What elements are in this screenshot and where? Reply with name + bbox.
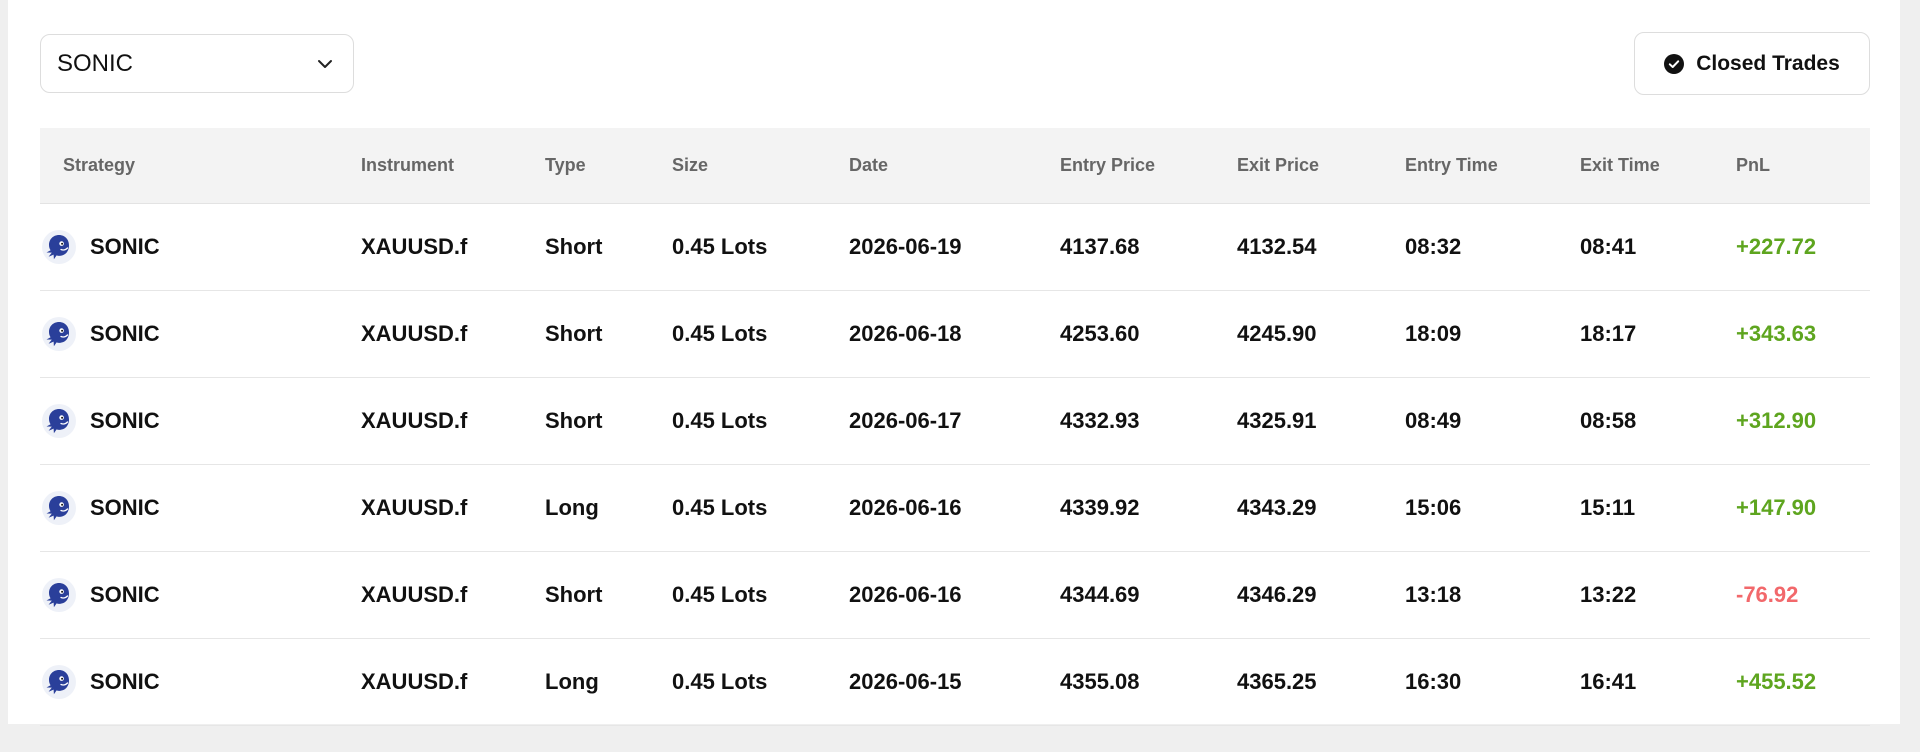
header-entry-price[interactable]: Entry Price [1060,155,1155,176]
type-cell: Long [545,669,599,694]
table-row[interactable]: SONIC XAUUSD.f Short 0.45 Lots 2026-06-1… [40,378,1870,465]
sonic-logo-icon [42,230,76,264]
date-cell: 2026-06-17 [849,408,962,433]
exit-price-cell: 4132.54 [1237,234,1317,259]
entry-time-cell: 13:18 [1405,582,1462,607]
entry-time-cell: 15:06 [1405,495,1462,520]
exit-time-cell: 16:41 [1580,669,1637,694]
closed-trades-button[interactable]: Closed Trades [1634,32,1870,95]
entry-time-cell: 08:32 [1405,234,1462,259]
size-cell: 0.45 Lots [672,669,768,694]
header-entry-time[interactable]: Entry Time [1405,155,1498,176]
table-row[interactable]: SONIC XAUUSD.f Short 0.45 Lots 2026-06-1… [40,552,1870,639]
strategy-name: SONIC [90,495,160,520]
strategy-cell: SONIC [42,578,160,612]
entry-price-cell: 4344.69 [1060,582,1140,607]
closed-trades-label: Closed Trades [1696,51,1840,75]
size-cell: 0.45 Lots [672,408,768,433]
header-date[interactable]: Date [849,155,888,176]
trades-table: Strategy Instrument Type Size Date Entry… [40,128,1870,726]
exit-price-cell: 4343.29 [1237,495,1317,520]
strategy-cell: SONIC [42,230,160,264]
strategy-cell: SONIC [42,491,160,525]
exit-time-cell: 18:17 [1580,321,1637,346]
sonic-logo-icon [42,317,76,351]
table-body: SONIC XAUUSD.f Short 0.45 Lots 2026-06-1… [40,204,1870,726]
pnl-cell: -76.92 [1736,582,1799,607]
pnl-cell: +147.90 [1736,495,1817,520]
size-cell: 0.45 Lots [672,495,768,520]
size-cell: 0.45 Lots [672,321,768,346]
size-cell: 0.45 Lots [672,582,768,607]
instrument-cell: XAUUSD.f [361,495,468,520]
date-cell: 2026-06-16 [849,582,962,607]
instrument-cell: XAUUSD.f [361,582,468,607]
type-cell: Short [545,321,603,346]
entry-price-cell: 4355.08 [1060,669,1140,694]
strategy-select-value: SONIC [57,49,134,77]
exit-price-cell: 4245.90 [1237,321,1317,346]
instrument-cell: XAUUSD.f [361,408,468,433]
exit-price-cell: 4365.25 [1237,669,1317,694]
entry-time-cell: 18:09 [1405,321,1462,346]
entry-time-cell: 16:30 [1405,669,1462,694]
date-cell: 2026-06-15 [849,669,962,694]
exit-price-cell: 4346.29 [1237,582,1317,607]
table-row[interactable]: SONIC XAUUSD.f Short 0.45 Lots 2026-06-1… [40,291,1870,378]
strategy-cell: SONIC [42,665,160,699]
date-cell: 2026-06-18 [849,321,962,346]
header-instrument[interactable]: Instrument [361,155,454,176]
pnl-cell: +343.63 [1736,321,1817,346]
entry-price-cell: 4339.92 [1060,495,1140,520]
strategy-name: SONIC [90,234,160,259]
header-exit-price[interactable]: Exit Price [1237,155,1319,176]
strategy-cell: SONIC [42,317,160,351]
header-exit-time[interactable]: Exit Time [1580,155,1660,176]
strategy-name: SONIC [90,669,160,694]
check-circle-icon [1664,53,1685,74]
type-cell: Long [545,495,599,520]
table-row[interactable]: SONIC XAUUSD.f Long 0.45 Lots 2026-06-16… [40,465,1870,552]
instrument-cell: XAUUSD.f [361,234,468,259]
pnl-cell: +455.52 [1736,669,1817,694]
type-cell: Short [545,408,603,433]
strategy-cell: SONIC [42,404,160,438]
strategy-name: SONIC [90,582,160,607]
exit-time-cell: 08:41 [1580,234,1637,259]
type-cell: Short [545,582,603,607]
exit-time-cell: 13:22 [1580,582,1637,607]
exit-time-cell: 15:11 [1580,495,1636,520]
header-type[interactable]: Type [545,155,586,176]
sonic-logo-icon [42,665,76,699]
sonic-logo-icon [42,491,76,525]
chevron-down-icon [318,59,332,68]
pnl-cell: +312.90 [1736,408,1817,433]
entry-price-cell: 4253.60 [1060,321,1140,346]
table-row[interactable]: SONIC XAUUSD.f Long 0.45 Lots 2026-06-15… [40,639,1870,726]
pnl-cell: +227.72 [1736,234,1817,259]
instrument-cell: XAUUSD.f [361,669,468,694]
date-cell: 2026-06-16 [849,495,962,520]
size-cell: 0.45 Lots [672,234,768,259]
strategy-select[interactable]: SONIC [40,34,354,93]
date-cell: 2026-06-19 [849,234,962,259]
header-pnl[interactable]: PnL [1736,155,1770,176]
trades-panel: SONIC Closed Trades Strategy Instrument … [8,0,1900,726]
table-header: Strategy Instrument Type Size Date Entry… [40,128,1870,204]
header-strategy[interactable]: Strategy [63,155,135,176]
header-size[interactable]: Size [672,155,708,176]
entry-price-cell: 4332.93 [1060,408,1140,433]
entry-price-cell: 4137.68 [1060,234,1140,259]
sonic-logo-icon [42,578,76,612]
instrument-cell: XAUUSD.f [361,321,468,346]
table-row[interactable]: SONIC XAUUSD.f Short 0.45 Lots 2026-06-1… [40,204,1870,291]
exit-price-cell: 4325.91 [1237,408,1317,433]
type-cell: Short [545,234,603,259]
entry-time-cell: 08:49 [1405,408,1462,433]
strategy-name: SONIC [90,321,160,346]
sonic-logo-icon [42,404,76,438]
exit-time-cell: 08:58 [1580,408,1637,433]
strategy-name: SONIC [90,408,160,433]
